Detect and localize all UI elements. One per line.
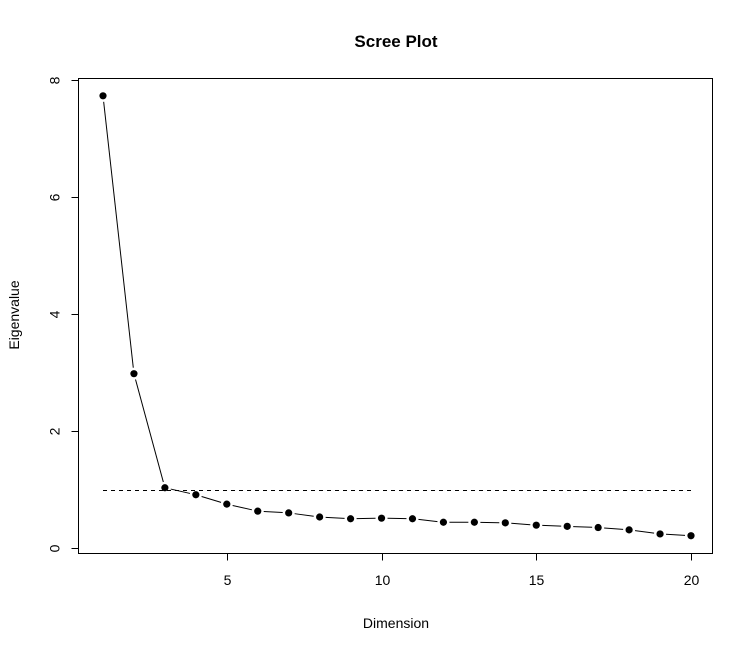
series-segment (135, 379, 164, 483)
series-segment (542, 524, 562, 527)
y-axis-label: Eigenvalue (6, 280, 22, 349)
data-point (130, 370, 138, 378)
y-axis: 0 2 4 6 8 (47, 76, 79, 552)
data-point (625, 526, 633, 534)
data-point (254, 507, 262, 515)
x-tick-label: 5 (224, 572, 232, 588)
y-tick-label: 0 (47, 544, 63, 552)
y-tick-label: 2 (47, 427, 63, 435)
series-segment (232, 504, 252, 511)
series-segment (634, 530, 655, 534)
data-point (594, 523, 602, 532)
y-tick-label: 8 (47, 76, 63, 84)
plot-frame (78, 78, 713, 554)
series-segment (294, 513, 314, 517)
series-segment (263, 510, 283, 514)
y-tick-label: 4 (47, 310, 63, 318)
series-segment (666, 533, 686, 536)
data-point (532, 521, 540, 529)
data-point (470, 518, 478, 526)
series-segment (103, 101, 134, 368)
points-group (99, 92, 695, 540)
series-segment (604, 527, 624, 530)
series-segment (511, 522, 531, 526)
data-point (99, 92, 107, 100)
series-segment (201, 496, 222, 503)
data-point (346, 515, 355, 523)
data-point (161, 484, 169, 492)
series-segment (325, 516, 345, 519)
data-point (501, 519, 509, 527)
data-point (439, 518, 448, 526)
chart-title: Scree Plot (354, 32, 437, 51)
scree-plot-chart: Scree Plot 5 10 15 20 0 2 4 6 8 Dimension Eigen… (6, 32, 713, 631)
x-tick-label: 15 (529, 572, 545, 588)
data-point (223, 500, 231, 508)
x-axis: 5 10 15 20 (224, 553, 700, 588)
data-point (192, 491, 200, 499)
x-tick-label: 20 (684, 572, 700, 588)
y-tick-label: 6 (47, 193, 63, 201)
data-point (316, 513, 324, 521)
series-segment (418, 518, 438, 523)
data-point (563, 522, 571, 530)
series-segment (573, 526, 593, 528)
x-axis-label: Dimension (363, 615, 429, 631)
series-segment (170, 488, 191, 494)
x-tick-label: 10 (375, 572, 391, 588)
series-group (103, 101, 686, 536)
data-point (656, 530, 664, 538)
data-point (687, 532, 695, 540)
data-point (377, 514, 386, 522)
data-point (285, 509, 293, 517)
data-point (408, 515, 417, 523)
